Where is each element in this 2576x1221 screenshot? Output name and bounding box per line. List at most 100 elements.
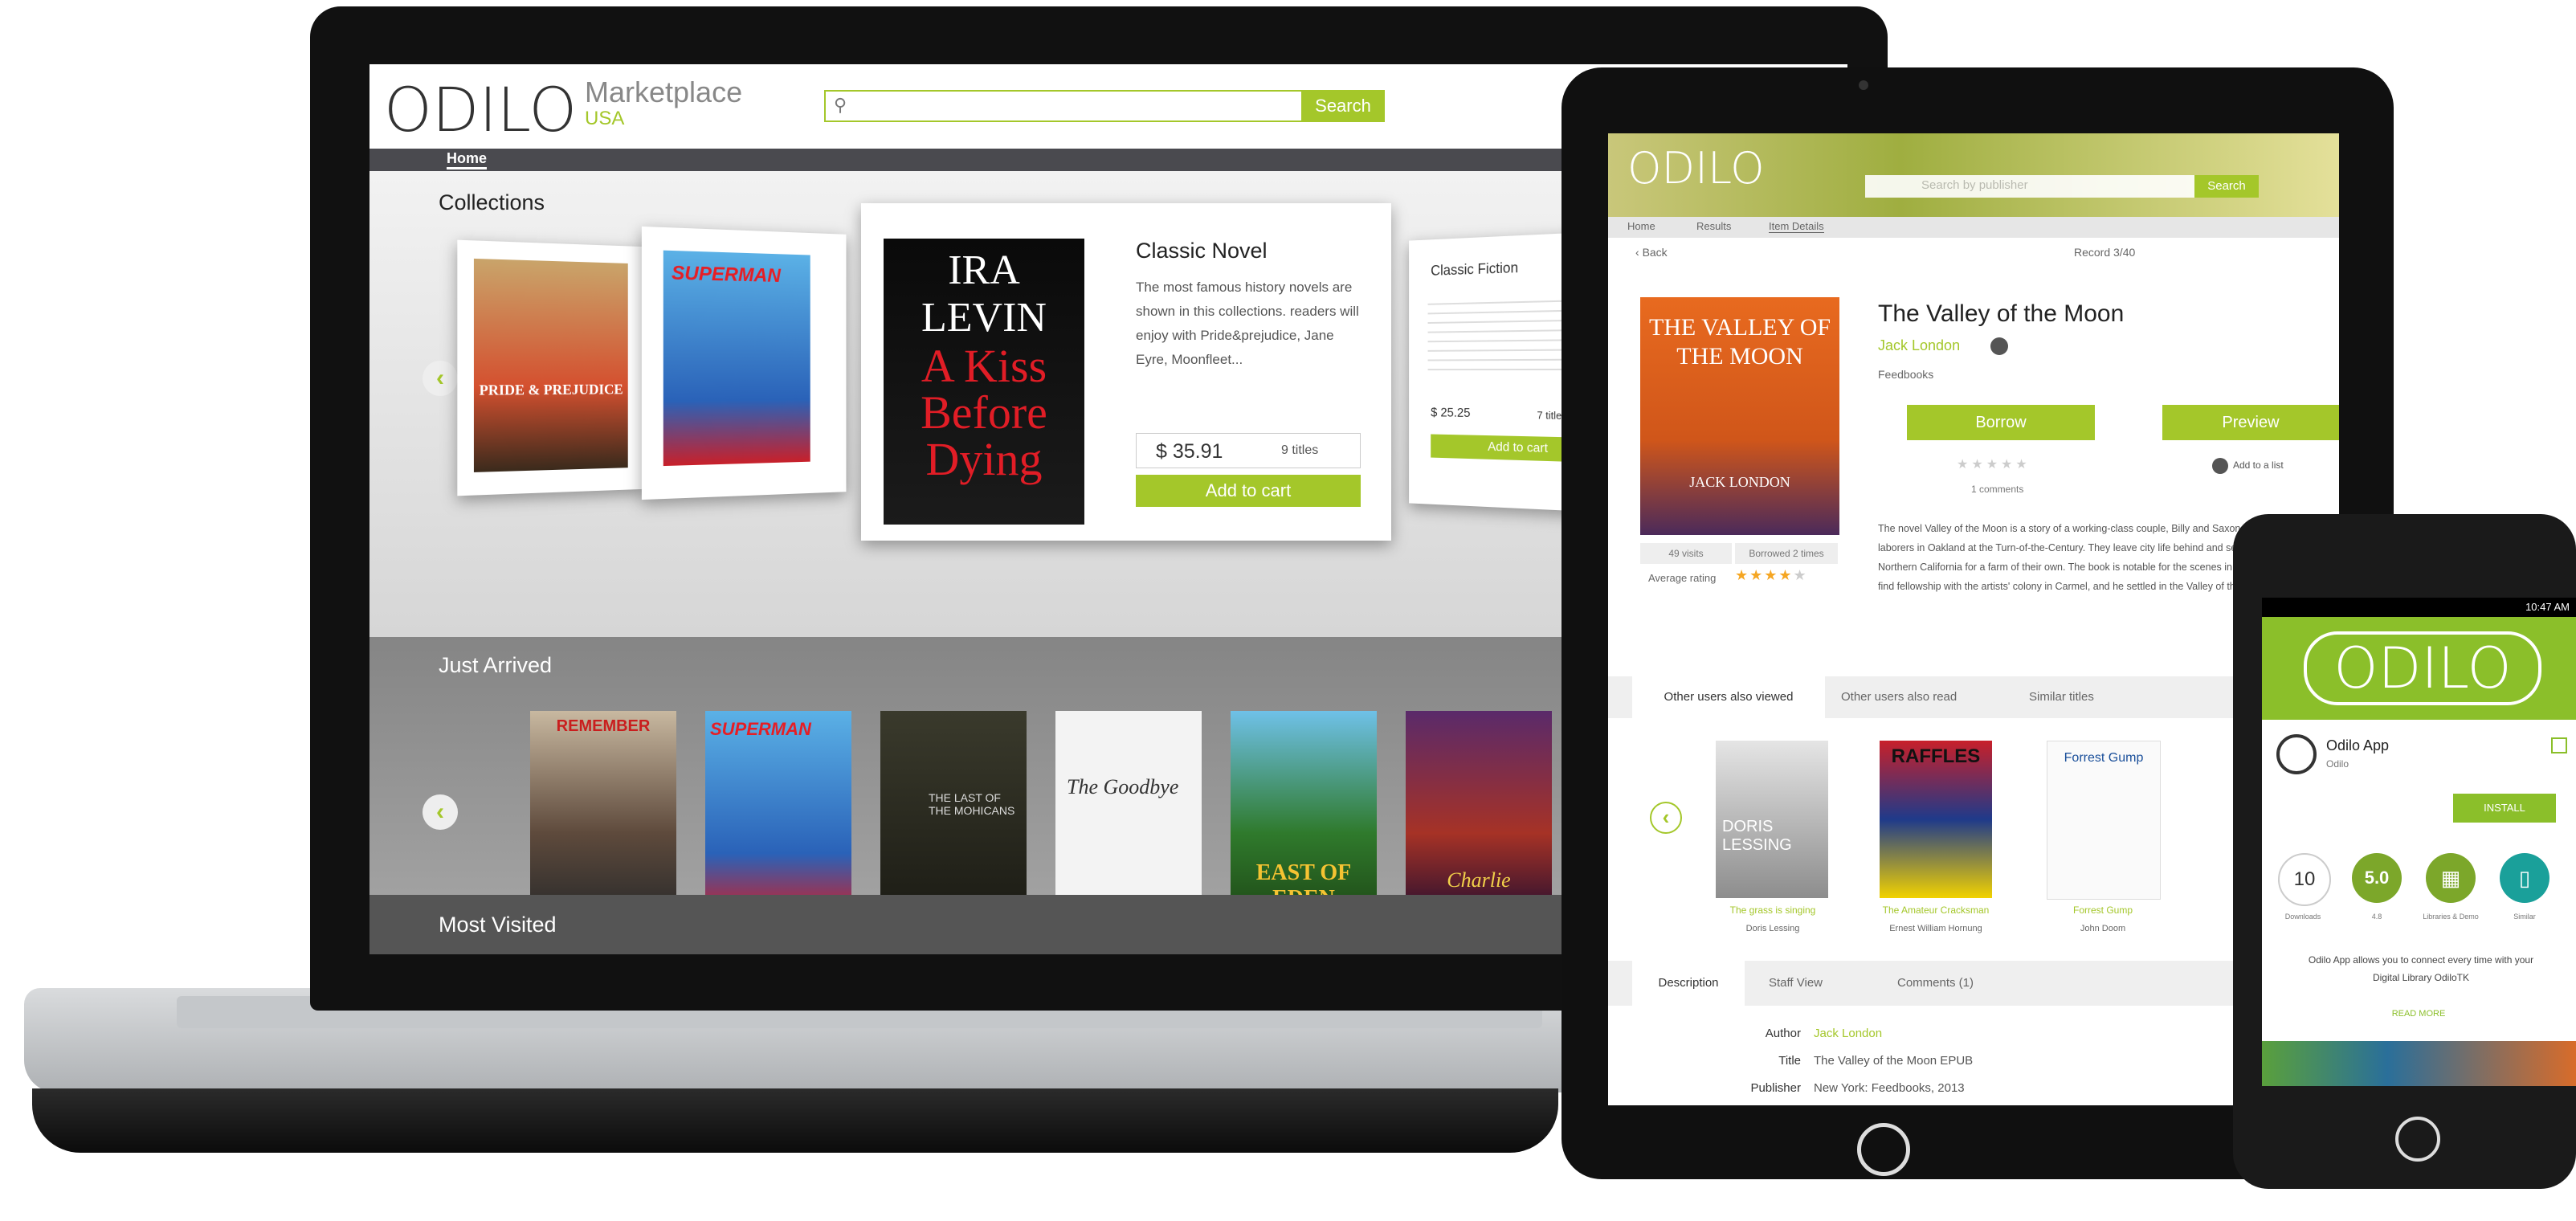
rec-title-amateur-cracksman[interactable]: The Amateur Cracksman [1867, 905, 2005, 916]
breadcrumb-home[interactable]: Home [1627, 220, 1655, 232]
book-cover-remember[interactable]: REMEMBER [530, 711, 676, 915]
add-to-cart-button[interactable]: Add to cart [1136, 475, 1361, 507]
tablet-camera [1859, 80, 1868, 90]
detail-value-author[interactable]: Jack London [1814, 1027, 1882, 1040]
cover-superman: SUPERMAN [663, 250, 810, 467]
featured-price-box: $ 35.91 9 titles [1136, 433, 1361, 468]
breadcrumb: Home Results Item Details [1608, 217, 2339, 238]
rec-cover-forrest-gump[interactable]: Forrest Gump [2047, 741, 2161, 900]
marketplace-label: Marketplace [585, 76, 743, 108]
featured-price: $ 35.91 [1156, 440, 1223, 463]
detail-label-author: Author [1765, 1027, 1801, 1040]
search-input[interactable]: ⚲ [824, 90, 1304, 122]
recommendations-prev-arrow[interactable]: ‹ [1650, 802, 1682, 834]
cover-kiss-before-dying: IRA LEVIN A Kiss Before Dying [884, 239, 1084, 525]
tab-description[interactable]: Description [1632, 961, 1745, 1006]
phone-status-bar: 10:47 AM [2262, 598, 2576, 617]
back-link[interactable]: ‹ Back [1635, 246, 1668, 259]
just-arrived-heading: Just Arrived [439, 653, 553, 677]
cover-pride-prejudice: PRIDE & PREJUDICE [473, 258, 628, 472]
detail-tabs: Description Staff View Comments (1) [1608, 961, 2339, 1006]
region-label: USA [585, 108, 625, 129]
book-cover-valley-of-the-moon: THE VALLEY OF THE MOON JACK LONDON [1640, 297, 1839, 535]
tablet-search-input[interactable]: Search by publisher [1865, 175, 2194, 198]
tab-staff-view[interactable]: Staff View [1769, 961, 1823, 1006]
tablet-header: ODILO Search by publisher Search [1608, 133, 2339, 217]
similar-apps-label: Similar [2513, 913, 2536, 921]
tab-similar-titles[interactable]: Similar titles [2029, 676, 2094, 718]
book-publisher: Feedbooks [1878, 368, 1934, 381]
result-counter: Record 3/40 [2074, 246, 2136, 259]
add-to-list-icon[interactable] [2212, 458, 2228, 474]
featured-title: Classic Novel [1136, 239, 1268, 263]
recommendation-tabs: Other users also viewed Other users also… [1608, 676, 2339, 718]
most-visited-heading: Most Visited [439, 913, 557, 937]
collection-card-left-1[interactable]: PRIDE & PREJUDICE [457, 239, 643, 496]
rec-cover-grass-singing[interactable]: DORIS LESSING [1716, 741, 1828, 898]
libraries-demo-label: Libraries & Demo [2423, 913, 2479, 921]
search-button[interactable]: Search [1301, 90, 1385, 122]
add-to-list-link[interactable]: Add to a list [2233, 459, 2284, 471]
rec-author-forrest-gump: John Doom [2080, 924, 2126, 933]
app-icon [2276, 734, 2317, 774]
borrow-button[interactable]: Borrow [1907, 405, 2095, 440]
average-rating-label: Average rating [1648, 572, 1717, 584]
tablet-odilo-logo: ODILO [1627, 143, 1765, 194]
downloads-label: Downloads [2284, 913, 2321, 921]
side-card-price: $ 25.25 [1431, 406, 1471, 420]
tab-comments[interactable]: Comments (1) [1897, 961, 1974, 1006]
nav-home[interactable]: Home [447, 150, 488, 169]
collection-card-left-2[interactable]: SUPERMAN [641, 226, 847, 500]
breadcrumb-results[interactable]: Results [1696, 220, 1731, 232]
read-more-link[interactable]: READ MORE [2358, 1009, 2479, 1019]
install-button[interactable]: INSTALL [2453, 794, 2556, 823]
detail-label-publisher: Publisher [1750, 1081, 1801, 1095]
just-arrived-prev-arrow[interactable]: ‹ [423, 794, 458, 830]
similar-apps-icon[interactable]: ▯ [2500, 853, 2549, 903]
app-name: Odilo App [2326, 737, 2390, 753]
book-title: The Valley of the Moon [1878, 300, 2125, 327]
book-cover-superman[interactable]: SUPERMAN [705, 711, 851, 915]
side-card-title: Classic Fiction [1431, 259, 1519, 279]
detail-value-publisher: New York: Feedbooks, 2013 [1814, 1081, 1965, 1095]
odilo-logo: ODILO [384, 74, 578, 145]
tab-other-users-viewed[interactable]: Other users also viewed [1632, 676, 1825, 718]
bookmark-icon[interactable] [2551, 737, 2567, 753]
phone-home-button [2395, 1117, 2440, 1162]
rec-title-forrest-gump[interactable]: Forrest Gump [2042, 905, 2164, 916]
rating-badge: 5.0 [2352, 853, 2402, 903]
tablet-screen: ODILO Search by publisher Search Home Re… [1608, 133, 2339, 1105]
collections-heading: Collections [439, 190, 545, 214]
rating-label: 4.8 [2371, 913, 2382, 921]
book-cover-last-of-the-mohicans[interactable]: THE LAST OF THE MOHICANS [880, 711, 1027, 915]
collections-prev-arrow[interactable]: ‹ [423, 361, 458, 396]
tablet-search-button[interactable]: Search [2194, 175, 2259, 198]
tablet-home-button [1857, 1123, 1910, 1176]
phone-app-banner: ODILO [2262, 617, 2576, 720]
average-rating-stars: ★★★★★ [1735, 567, 1808, 583]
rec-cover-amateur-cracksman[interactable]: RAFFLES [1880, 741, 1992, 898]
phone-odilo-logo: ODILO [2304, 631, 2541, 705]
featured-description: The most famous history novels are shown… [1136, 280, 1359, 367]
book-cover-east-of-eden[interactable]: EAST OF EDEN [1231, 711, 1377, 915]
rec-title-grass-singing[interactable]: The grass is singing [1709, 905, 1836, 916]
app-screenshots-strip[interactable] [2262, 1041, 2576, 1086]
tab-other-users-read[interactable]: Other users also read [1841, 676, 1957, 718]
search-icon: ⚲ [834, 95, 847, 115]
book-cover-the-goodbye[interactable]: The Goodbye [1055, 711, 1202, 915]
breadcrumb-item-details: Item Details [1769, 220, 1824, 233]
detail-label-title: Title [1778, 1054, 1801, 1068]
app-publisher: Odilo [2326, 758, 2349, 770]
visits-stat: 49 visits [1640, 543, 1732, 564]
user-rating-stars[interactable]: ★★★★★ [1957, 456, 2031, 472]
downloads-badge: 10 [2278, 853, 2331, 906]
borrowed-stat: Borrowed 2 times [1735, 543, 1838, 564]
comments-count[interactable]: 1 comments [1971, 484, 2023, 495]
preview-button[interactable]: Preview [2162, 405, 2339, 440]
rec-author-grass-singing: Doris Lessing [1745, 924, 1800, 933]
libraries-demo-icon[interactable]: ▦ [2426, 853, 2476, 903]
featured-collection-card[interactable]: IRA LEVIN A Kiss Before Dying Classic No… [861, 203, 1391, 541]
book-author-link[interactable]: Jack London [1878, 337, 1960, 354]
book-cover-charlie[interactable]: Charlie [1406, 711, 1552, 915]
author-info-icon[interactable] [1990, 337, 2008, 355]
